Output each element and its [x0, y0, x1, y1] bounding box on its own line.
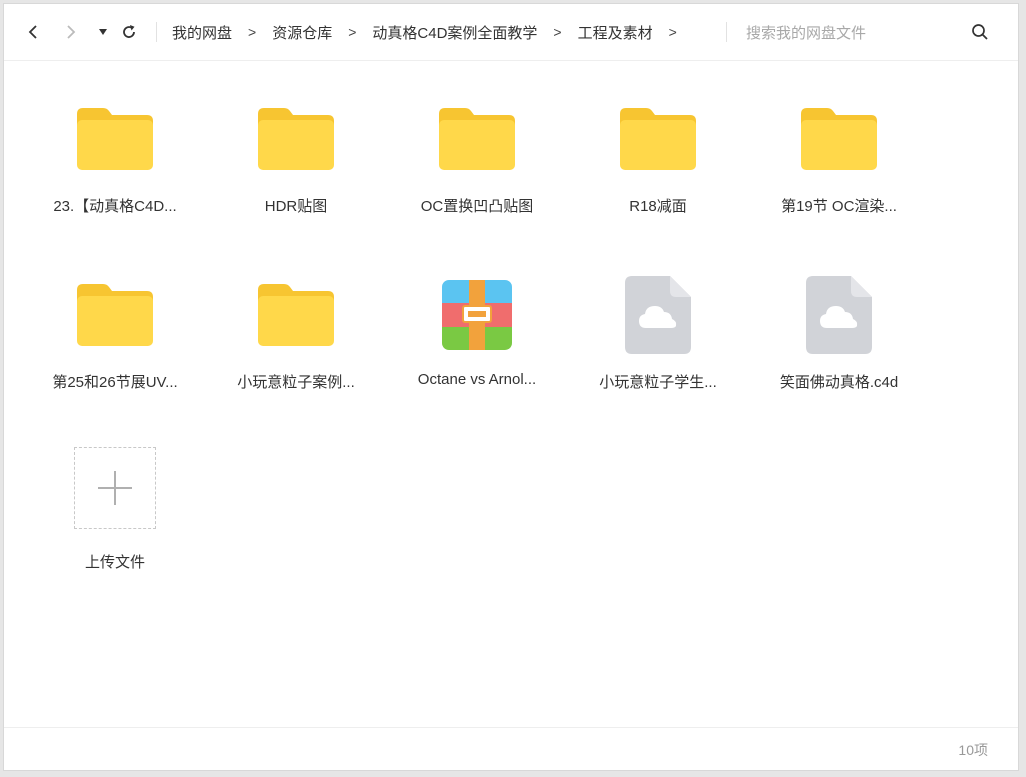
file-name: HDR贴图 [264, 198, 328, 215]
archive-icon [442, 280, 512, 350]
cloud-file-icon [806, 276, 872, 354]
cloud-file-icon [625, 276, 691, 354]
file-item[interactable]: HDR贴图 [211, 91, 381, 241]
file-name: 小玩意粒子学生... [599, 374, 717, 391]
chevron-left-icon [28, 25, 37, 39]
file-name: R18减面 [629, 198, 687, 215]
breadcrumb-separator: > [553, 24, 562, 40]
file-item[interactable]: 23.【动真格C4D... [30, 91, 200, 241]
search-input[interactable] [744, 18, 948, 48]
file-grid: 23.【动真格C4D... HDR贴图 OC置换凹凸贴图 R18减面 第19节 … [4, 61, 1018, 728]
toolbar: 我的网盘 > 资源仓库 > 动真格C4D案例全面教学 > 工程及素材 > [4, 4, 1018, 61]
file-item[interactable]: 笑面佛动真格.c4d [754, 267, 924, 417]
item-count: 10项 [958, 742, 988, 758]
folder-icon [620, 108, 696, 170]
upload-label: 上传文件 [84, 554, 145, 571]
toolbar-divider [726, 22, 727, 42]
file-name: 23.【动真格C4D... [53, 198, 177, 215]
toolbar-divider [156, 22, 157, 42]
file-item[interactable]: 小玩意粒子案例... [211, 267, 381, 417]
caret-down-icon [99, 29, 107, 35]
folder-icon [439, 108, 515, 170]
file-name: 第25和26节展UV... [52, 374, 178, 391]
file-item[interactable]: 小玩意粒子学生... [573, 267, 743, 417]
breadcrumb-separator: > [248, 24, 257, 40]
plus-icon [98, 471, 132, 505]
refresh-icon [123, 25, 135, 38]
history-dropdown-button[interactable] [95, 17, 111, 47]
upload-dropzone[interactable] [74, 447, 156, 529]
file-name: 小玩意粒子案例... [237, 374, 355, 391]
breadcrumb-separator: > [348, 24, 357, 40]
file-item[interactable]: 第19节 OC渲染... [754, 91, 924, 241]
refresh-button[interactable] [118, 17, 140, 47]
folder-icon [77, 108, 153, 170]
breadcrumb-item-project-assets[interactable]: 工程及素材 [578, 22, 653, 43]
file-name: 笑面佛动真格.c4d [779, 374, 899, 391]
file-name: OC置换凹凸贴图 [420, 198, 534, 215]
folder-icon [258, 284, 334, 346]
file-item[interactable]: OC置换凹凸贴图 [392, 91, 562, 241]
file-name: 第19节 OC渲染... [781, 198, 897, 215]
status-bar: 10项 [4, 727, 1018, 770]
file-item[interactable]: Octane vs Arnol... [392, 267, 562, 417]
breadcrumb-item-course[interactable]: 动真格C4D案例全面教学 [372, 22, 537, 43]
breadcrumb-separator[interactable]: > [669, 24, 677, 40]
search-button[interactable] [968, 20, 992, 44]
folder-icon [258, 108, 334, 170]
folder-icon [801, 108, 877, 170]
file-item[interactable]: 第25和26节展UV... [30, 267, 200, 417]
forward-button[interactable] [60, 17, 82, 47]
breadcrumb: 我的网盘 > 资源仓库 > 动真格C4D案例全面教学 > 工程及素材 > [172, 4, 693, 60]
upload-file-button[interactable]: 上传文件 [30, 441, 200, 591]
search-icon [972, 24, 988, 40]
file-manager-window: 我的网盘 > 资源仓库 > 动真格C4D案例全面教学 > 工程及素材 > 23.… [3, 3, 1019, 771]
breadcrumb-item-my-drive[interactable]: 我的网盘 [172, 22, 232, 43]
breadcrumb-item-resource-repo[interactable]: 资源仓库 [272, 22, 332, 43]
file-name: Octane vs Arnol... [417, 371, 537, 388]
chevron-right-icon [67, 25, 76, 39]
back-button[interactable] [22, 17, 44, 47]
folder-icon [77, 284, 153, 346]
file-item[interactable]: R18减面 [573, 91, 743, 241]
